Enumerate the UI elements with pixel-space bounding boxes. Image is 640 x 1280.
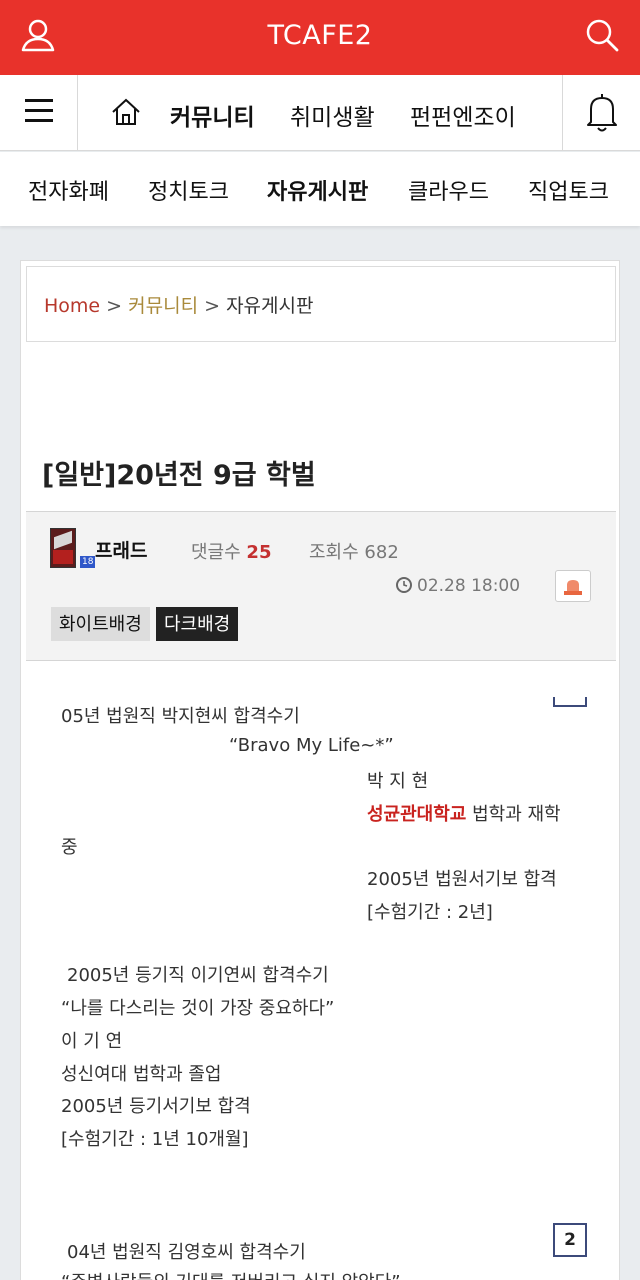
nav-item-cloud[interactable]: 클라우드 bbox=[408, 174, 489, 206]
post-card: Home > 커뮤니티 > 자유게시판 [일반]20년전 9급 학벌 18 프래… bbox=[20, 260, 620, 1280]
nav-item-politics-talk[interactable]: 정치토크 bbox=[148, 174, 229, 206]
comment-count-label: 댓글수 bbox=[191, 542, 241, 563]
content-line: [수험기간 : 1년 10개월] bbox=[61, 1129, 249, 1150]
post-meta: 18 프래드 댓글수 25 조회수 682 02.28 18:00 화이트배경 … bbox=[26, 511, 616, 661]
breadcrumb-home-link[interactable]: Home bbox=[44, 295, 100, 317]
comment-count: 댓글수 25 bbox=[191, 538, 271, 564]
author-name[interactable]: 프래드 bbox=[95, 536, 147, 563]
breadcrumb-separator: > bbox=[204, 295, 221, 317]
search-icon[interactable] bbox=[582, 16, 622, 56]
avatar[interactable] bbox=[50, 528, 76, 568]
siren-icon bbox=[564, 580, 582, 595]
content-line: 중 bbox=[61, 837, 78, 858]
content-line: 2005년 등기직 이기연씨 합격수기 bbox=[67, 965, 329, 986]
post-title: [일반]20년전 9급 학벌 bbox=[42, 460, 316, 491]
site-title[interactable]: TCAFE2 bbox=[0, 20, 640, 51]
image-frame-top bbox=[553, 697, 587, 707]
primary-nav: 커뮤니티 취미생활 펀펀엔조이 bbox=[0, 75, 640, 151]
nav-item-funfun-enjoy[interactable]: 펀펀엔조이 bbox=[410, 98, 516, 132]
view-count-value: 682 bbox=[364, 542, 399, 563]
image-page-number: 2 bbox=[553, 1223, 587, 1257]
content-line: 성신여대 법학과 졸업 bbox=[61, 1064, 222, 1085]
content-line: “Bravo My Life~*” bbox=[229, 735, 394, 756]
level-badge: 18 bbox=[80, 556, 96, 568]
comment-count-value: 25 bbox=[246, 542, 272, 563]
nav-item-hobby[interactable]: 취미생활 bbox=[290, 98, 375, 132]
white-background-button[interactable]: 화이트배경 bbox=[51, 607, 150, 641]
content-line: “나를 다스리는 것이 가장 중요하다” bbox=[61, 998, 335, 1019]
hamburger-menu-icon bbox=[25, 99, 53, 122]
content-line: 05년 법원직 박지현씨 합격수기 bbox=[61, 706, 300, 727]
content-line: 2005년 법원서기보 합격 bbox=[367, 869, 557, 890]
top-header: TCAFE2 bbox=[0, 0, 640, 75]
view-count-label: 조회수 bbox=[309, 542, 359, 563]
report-button[interactable] bbox=[555, 570, 591, 602]
content-line: 성균관대학교 법학과 재학 bbox=[367, 800, 561, 826]
content-line: “주변사람들의 기대를 저버리고 싶지 않았다” bbox=[61, 1268, 401, 1280]
home-icon[interactable] bbox=[110, 96, 142, 128]
content-line: [수험기간 : 2년] bbox=[367, 902, 493, 923]
content-line-text: 법학과 재학 bbox=[472, 804, 561, 825]
menu-button[interactable] bbox=[0, 75, 78, 151]
clock-icon bbox=[396, 577, 412, 593]
school-name-highlight: 성균관대학교 bbox=[367, 804, 467, 825]
content-line: 04년 법원직 김영호씨 합격수기 bbox=[67, 1242, 306, 1263]
breadcrumb-community-link[interactable]: 커뮤니티 bbox=[128, 295, 198, 317]
view-count: 조회수 682 bbox=[309, 538, 399, 564]
post-date: 02.28 18:00 bbox=[417, 576, 521, 596]
dark-background-button[interactable]: 다크배경 bbox=[156, 607, 239, 641]
content-line: 박 지 현 bbox=[367, 771, 429, 792]
nav-item-e-currency[interactable]: 전자화폐 bbox=[28, 174, 109, 206]
nav-item-job-talk[interactable]: 직업토크 bbox=[528, 174, 609, 206]
notification-button[interactable] bbox=[562, 75, 640, 151]
secondary-nav: 전자화폐 정치토크 자유게시판 클라우드 직업토크 bbox=[0, 152, 640, 226]
nav-item-community[interactable]: 커뮤니티 bbox=[170, 98, 255, 132]
nav-item-free-board[interactable]: 자유게시판 bbox=[267, 174, 368, 206]
content-line: 이 기 연 bbox=[61, 1031, 123, 1052]
bell-icon bbox=[587, 94, 617, 132]
content-line: 2005년 등기서기보 합격 bbox=[61, 1096, 251, 1117]
breadcrumb-board-link[interactable]: 자유게시판 bbox=[226, 295, 313, 317]
breadcrumb-text: Home > 커뮤니티 > 자유게시판 bbox=[44, 291, 313, 318]
breadcrumb: Home > 커뮤니티 > 자유게시판 bbox=[26, 266, 616, 342]
breadcrumb-separator: > bbox=[106, 295, 123, 317]
